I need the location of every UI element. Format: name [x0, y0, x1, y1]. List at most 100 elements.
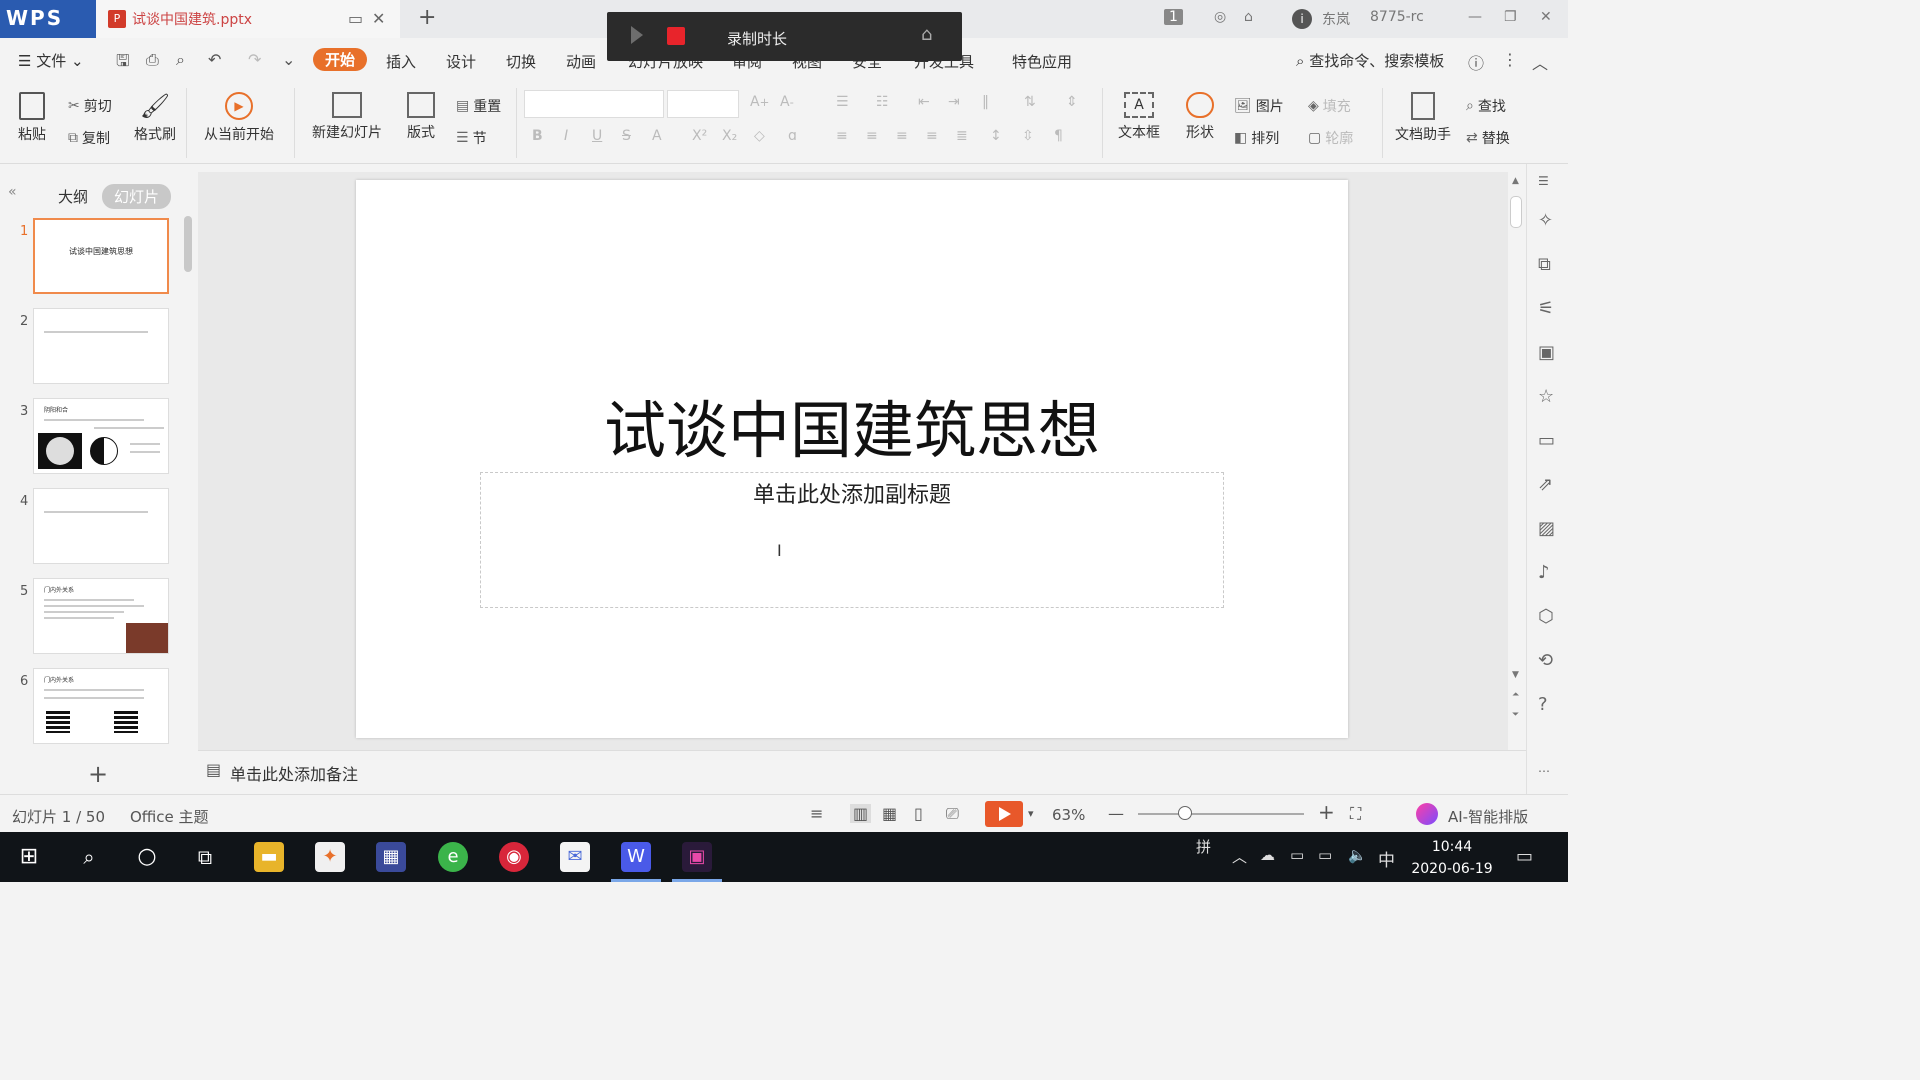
superscript-icon[interactable]: X²: [692, 128, 707, 144]
print-preview-icon[interactable]: ⌕: [176, 50, 185, 70]
zoom-in-icon[interactable]: +: [1318, 800, 1335, 824]
window-count-badge[interactable]: 1: [1164, 9, 1183, 25]
tab-animation[interactable]: 动画: [566, 51, 596, 72]
file-explorer-icon[interactable]: ▬: [254, 842, 284, 872]
layout-button[interactable]: 版式: [400, 92, 442, 142]
volume-icon[interactable]: 🔈: [1348, 846, 1367, 864]
slide-title[interactable]: 试谈中国建筑思想: [356, 380, 1348, 470]
command-search[interactable]: ⌕ 查找命令、搜索模板: [1296, 50, 1444, 71]
strikethrough-icon[interactable]: S: [622, 128, 631, 144]
paste-button[interactable]: 粘贴: [12, 92, 52, 144]
current-slide[interactable]: 试谈中国建筑思想 单击此处添加副标题 I: [356, 180, 1348, 738]
subscript-icon[interactable]: X₂: [722, 128, 737, 144]
system-clock[interactable]: 10:44 2020-06-19: [1400, 836, 1504, 880]
music-app-icon[interactable]: ◉: [499, 842, 529, 872]
theme-name[interactable]: Office 主题: [130, 806, 209, 827]
presenter-view-icon[interactable]: ⎚: [946, 804, 959, 824]
ai-layout-label[interactable]: AI-智能排版: [1448, 806, 1528, 827]
clear-format-icon[interactable]: ◇: [754, 128, 765, 144]
copy-button[interactable]: ⧉ 复制: [68, 128, 110, 148]
scroll-down-icon[interactable]: ▼: [1512, 670, 1519, 680]
play-icon[interactable]: [631, 26, 643, 44]
align-right-icon[interactable]: ≡: [896, 128, 908, 144]
user-name[interactable]: 东岚: [1322, 9, 1350, 29]
slideshow-play-button[interactable]: [985, 801, 1023, 827]
grow-font-icon[interactable]: A +: [750, 94, 769, 110]
scroll-up-icon[interactable]: ▲: [1512, 176, 1519, 186]
tray-cloud-icon[interactable]: ☁: [1260, 846, 1275, 864]
history-icon[interactable]: ⟲: [1538, 650, 1553, 671]
ime-mode-indicator[interactable]: 拼: [1196, 836, 1211, 857]
collapse-ribbon-icon[interactable]: ︿: [1532, 50, 1548, 74]
fill-button[interactable]: ◈ 填充: [1308, 96, 1351, 116]
audio-icon[interactable]: ♪: [1538, 562, 1550, 583]
battery-icon[interactable]: ▭: [1290, 846, 1304, 864]
line-spacing-icon[interactable]: ↕: [990, 128, 1002, 144]
new-slide-button[interactable]: 新建幻灯片: [304, 92, 390, 142]
stop-record-icon[interactable]: [667, 27, 685, 45]
notification-center-icon[interactable]: ▭: [1516, 846, 1533, 867]
collapse-panel-icon[interactable]: «: [8, 184, 17, 200]
character-spacing-icon[interactable]: ɑ: [788, 128, 797, 144]
backup-icon[interactable]: ⬡: [1538, 606, 1554, 627]
text-direction-icon[interactable]: ⇅: [1024, 94, 1036, 110]
bullets-icon[interactable]: ☰: [836, 94, 849, 110]
underline-icon[interactable]: U: [592, 128, 602, 144]
reset-button[interactable]: ▤ 重置: [456, 96, 501, 116]
subtitle-placeholder-box[interactable]: 单击此处添加副标题 I: [480, 472, 1224, 608]
font-family-select[interactable]: [524, 90, 664, 118]
windows-start-icon[interactable]: ⊞: [14, 842, 44, 872]
help-icon[interactable]: ⓘ: [1468, 50, 1484, 74]
screen-recorder-taskbar-icon[interactable]: ▣: [682, 842, 712, 872]
archive-icon[interactable]: ▭: [1538, 430, 1555, 451]
more-icon[interactable]: ⋮: [1502, 50, 1518, 69]
slide-thumbnail-1[interactable]: 试谈中国建筑思想: [33, 218, 169, 294]
replace-button[interactable]: ⇄ 替换: [1466, 128, 1510, 148]
magic-icon[interactable]: ✧: [1538, 210, 1553, 231]
slide-sorter-icon[interactable]: ▦: [882, 804, 897, 823]
tab-slides[interactable]: 幻灯片: [102, 184, 172, 209]
pane-menu-icon[interactable]: ☰: [1538, 174, 1549, 188]
previous-slide-icon[interactable]: ⏶: [1512, 690, 1519, 700]
outline-button[interactable]: ▢ 轮廓: [1308, 128, 1353, 148]
save-icon[interactable]: 🖫: [116, 50, 130, 77]
reading-view-icon[interactable]: ▯: [914, 804, 923, 823]
zoom-level[interactable]: 63%: [1052, 806, 1085, 824]
chevron-down-icon[interactable]: ▾: [1028, 807, 1034, 820]
textbox-button[interactable]: A 文本框: [1112, 92, 1166, 142]
normal-view-icon[interactable]: ▥: [850, 804, 872, 823]
document-tab[interactable]: P 试谈中国建筑.pptx ▭ ✕: [96, 0, 400, 38]
increase-indent-icon[interactable]: ⇥: [948, 94, 960, 110]
print-icon[interactable]: ⎙: [146, 50, 159, 70]
home-icon[interactable]: ⌂: [921, 24, 932, 45]
doc-assistant-button[interactable]: 文档助手: [1392, 92, 1454, 144]
cloud-icon[interactable]: ◎: [1214, 9, 1226, 25]
wps-logo[interactable]: WPS: [0, 0, 96, 38]
thumbnail-scrollbar[interactable]: [184, 216, 192, 272]
zoom-out-icon[interactable]: —: [1108, 804, 1124, 823]
skin-icon[interactable]: ⌂: [1244, 9, 1253, 25]
scrollbar-thumb[interactable]: [1510, 196, 1522, 228]
justify-icon[interactable]: ≡: [926, 128, 938, 144]
file-menu[interactable]: ☰ 文件 ⌄: [18, 50, 84, 71]
slide-thumbnail-5[interactable]: 门内外关系: [33, 578, 169, 654]
find-button[interactable]: ⌕ 查找: [1466, 96, 1506, 116]
app-icon-yellow[interactable]: ✦: [315, 842, 345, 872]
align-left-icon[interactable]: ≡: [836, 128, 848, 144]
slide-thumbnail-3[interactable]: 阴阳和合: [33, 398, 169, 474]
new-tab-button[interactable]: +: [418, 5, 436, 30]
slide-thumbnail-2[interactable]: [33, 308, 169, 384]
zoom-slider-knob[interactable]: [1178, 806, 1192, 820]
close-window-icon[interactable]: ✕: [1540, 9, 1552, 25]
tab-design[interactable]: 设计: [446, 51, 476, 72]
mail-app-icon[interactable]: ✉: [560, 842, 590, 872]
paragraph-spacing-icon[interactable]: ⇳: [1022, 128, 1034, 144]
user-avatar[interactable]: i: [1292, 9, 1312, 29]
arrange-button[interactable]: ◧ 排列: [1234, 128, 1279, 148]
star-icon[interactable]: ☆: [1538, 386, 1554, 407]
font-size-select[interactable]: [667, 90, 739, 118]
tray-expand-icon[interactable]: ︿: [1232, 846, 1247, 867]
paragraph-settings-icon[interactable]: ¶: [1054, 128, 1063, 144]
transition-icon[interactable]: ⧉: [1538, 254, 1551, 275]
tab-home[interactable]: 开始: [313, 48, 368, 71]
